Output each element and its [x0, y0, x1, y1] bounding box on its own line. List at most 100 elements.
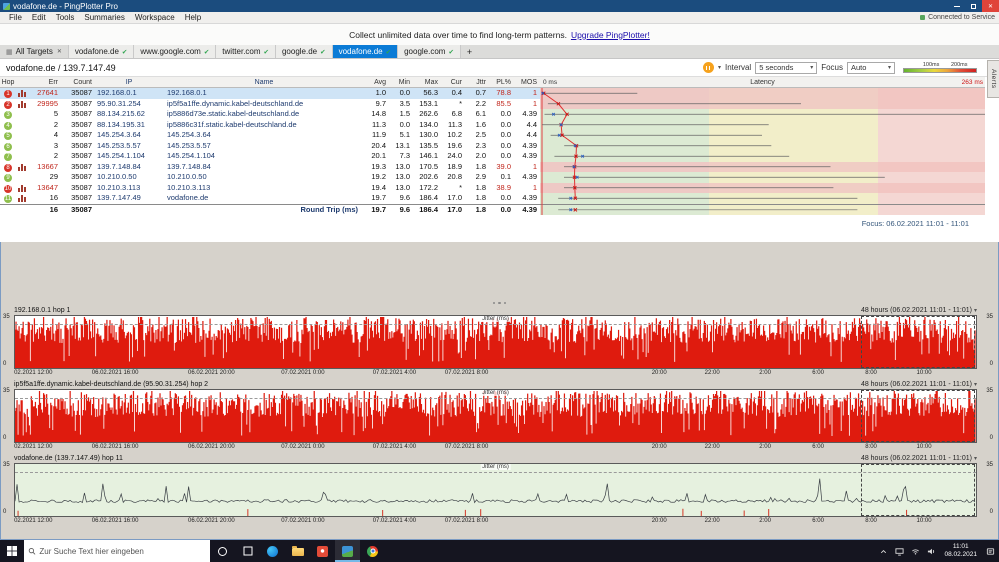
tray-pc-icon[interactable]	[892, 540, 906, 562]
tab-vodafone.de[interactable]: vodafone.de ✔	[332, 45, 399, 58]
file-explorer-icon[interactable]	[285, 540, 310, 562]
tab-google.de[interactable]: google.de ✔	[275, 45, 333, 58]
table-row[interactable]: 8 13667 35087 139.7.148.84 139.7.148.84 19.3 1…	[0, 161, 985, 172]
timeline-plot[interactable]: Jitter (ms)	[14, 315, 977, 369]
pause-button[interactable]	[702, 62, 714, 73]
col-header-name[interactable]: Name	[164, 79, 364, 86]
col-header-hop[interactable]: Hop	[0, 79, 16, 86]
close-button[interactable]: ✕	[982, 0, 999, 12]
x-axis-label: 02.2021 12:00	[14, 370, 53, 376]
menu-item-edit[interactable]: Edit	[27, 13, 51, 22]
table-row[interactable]: 10 13647 35087 10.210.3.113 10.210.3.113 19.4…	[0, 182, 985, 193]
minimize-button[interactable]	[948, 0, 965, 12]
tray-volume-icon[interactable]	[924, 540, 938, 562]
table-row[interactable]: 3 5 35087 88.134.215.62 ip5886d73e.static.ka…	[0, 109, 985, 120]
hop-badge: 3	[4, 111, 12, 119]
close-tab-icon[interactable]: ✕	[57, 48, 62, 55]
task-view-icon[interactable]	[235, 540, 260, 562]
col-header-ip[interactable]: IP	[94, 79, 164, 86]
start-button[interactable]	[0, 540, 24, 562]
action-center-icon[interactable]	[983, 540, 997, 562]
cortana-icon[interactable]	[210, 540, 235, 562]
table-row[interactable]: 5 4 35087 145.254.3.64 145.254.3.64 11.9 5.1 13…	[0, 130, 985, 141]
app-icon-red[interactable]	[310, 540, 335, 562]
mos-cell: 4.39	[522, 204, 537, 214]
timeline-range-select[interactable]: 48 hours (06.02.2021 11:01 - 11:01) ▾	[861, 381, 977, 388]
col-header-max[interactable]: Max	[412, 79, 440, 86]
tab-www.google.com[interactable]: www.google.com ✔	[134, 45, 217, 58]
edge-icon[interactable]	[260, 540, 285, 562]
pane-gap	[0, 242, 999, 306]
menu-item-tools[interactable]: Tools	[51, 13, 80, 22]
table-body: 1 27641 35087 192.168.0.1 192.168.0.1 1.0 0.0 5…	[0, 88, 985, 215]
timeline-toggle-icon[interactable]	[18, 89, 26, 98]
col-header-min[interactable]: Min	[388, 79, 412, 86]
col-header-avg[interactable]: Avg	[364, 79, 388, 86]
x-axis-label: 07.02.2021 8:00	[444, 444, 489, 450]
timeline-toggle-icon[interactable]	[18, 194, 26, 203]
taskbar-clock[interactable]: 11:01 08.02.2021	[940, 543, 981, 559]
table-row[interactable]: 2 29995 35087 95.90.31.254 ip5f5a1ffe.dynami…	[0, 98, 985, 110]
x-axis-label: 2:00	[759, 518, 771, 524]
pingplotter-taskbar-icon[interactable]	[335, 540, 360, 562]
ip-cell: 88.134.195.31	[97, 119, 145, 129]
menu-item-workspace[interactable]: Workspace	[130, 13, 180, 22]
col-header-cur[interactable]: Cur	[440, 79, 464, 86]
pl-cell: 85.5	[496, 98, 511, 108]
timeline-range-select[interactable]: 48 hours (06.02.2021 11:01 - 11:01) ▾	[861, 307, 977, 314]
chrome-glyph	[367, 545, 378, 557]
table-row[interactable]: 6 3 35087 145.253.5.57 145.253.5.57 20.4 13.1 1…	[0, 140, 985, 152]
table-row[interactable]: 9 29 35087 10.210.0.50 10.210.0.50 19.2 13.0 20…	[0, 172, 985, 183]
mos-cell: 4.39	[522, 172, 537, 181]
timeline-range-select[interactable]: 48 hours (06.02.2021 11:01 - 11:01) ▾	[861, 455, 977, 462]
timeline-graph: ip5f5a1ffe.dynamic.kabel-deutschland.de …	[0, 380, 999, 452]
latency-cell	[540, 172, 985, 183]
round-trip-row[interactable]: 16 35087 Round Trip (ms) 19.7 9.6 186.4 17.0 1.…	[0, 203, 985, 215]
menu-item-file[interactable]: File	[4, 13, 27, 22]
ip-cell: 145.254.1.104	[97, 151, 145, 160]
tab-vodafone.de[interactable]: vodafone.de ✔	[68, 45, 135, 58]
count-cell: 35087	[71, 193, 92, 202]
col-header-mos[interactable]: MOS	[514, 79, 540, 86]
tab-twitter.com[interactable]: twitter.com ✔	[216, 45, 276, 58]
col-header-pl[interactable]: PL%	[488, 79, 514, 86]
add-target-button[interactable]: +	[461, 45, 478, 58]
tab-google.com[interactable]: google.com ✔	[398, 45, 461, 58]
chrome-icon[interactable]	[360, 540, 385, 562]
tab-all-targets[interactable]: ▦ All Targets ✕	[0, 45, 69, 58]
mos-cell: 4.39	[522, 109, 537, 118]
upgrade-link[interactable]: Upgrade PingPlotter!	[571, 30, 650, 40]
alerts-side-tab[interactable]: Alerts	[987, 60, 999, 98]
taskbar-search[interactable]	[24, 540, 210, 562]
timeline-toggle-icon[interactable]	[18, 100, 26, 108]
menu-item-summaries[interactable]: Summaries	[79, 13, 129, 22]
timeline-toggle-icon[interactable]	[18, 163, 26, 171]
focus-select[interactable]: Auto ▾	[847, 61, 895, 74]
tray-network-icon[interactable]	[908, 540, 922, 562]
search-input[interactable]	[39, 546, 206, 556]
timeline-toggle-icon[interactable]	[18, 184, 26, 192]
table-row[interactable]: 1 27641 35087 192.168.0.1 192.168.0.1 1.0 0.0 5…	[0, 88, 985, 99]
interval-select[interactable]: 5 seconds ▾	[755, 61, 818, 74]
hop-cell: 6	[0, 141, 16, 152]
avg-cell: 11.9	[371, 130, 386, 139]
pause-caret-icon[interactable]: ▾	[718, 64, 721, 71]
y-axis-min-label: 0	[3, 509, 7, 515]
table-row[interactable]: 4 2 35087 88.134.195.31 ip5886c31f.static.ka…	[0, 119, 985, 130]
timeline-header: 192.168.0.1 hop 1 48 hours (06.02.2021 1…	[0, 306, 999, 315]
timeline-range-label: 48 hours (06.02.2021 11:01 - 11:01)	[860, 307, 972, 314]
col-header-jttr[interactable]: Jttr	[464, 79, 488, 86]
maximize-button[interactable]	[965, 0, 982, 12]
menu-item-help[interactable]: Help	[180, 13, 206, 22]
timeline-toggle-cell	[16, 99, 28, 110]
count-cell: 35087	[71, 130, 92, 139]
table-row[interactable]: 7 2 35087 145.254.1.104 145.254.1.104 20.1 7.3…	[0, 151, 985, 162]
col-header-err[interactable]: Err	[28, 79, 60, 86]
timeline-plot[interactable]: Jitter (ms)	[14, 389, 977, 443]
name-cell: vodafone.de	[167, 193, 209, 202]
tray-chevron-up-icon[interactable]	[876, 540, 890, 562]
table-row[interactable]: 11 16 35087 139.7.147.49 vodafone.de 19.7 9.6 1…	[0, 193, 985, 204]
col-header-count[interactable]: Count	[60, 79, 94, 86]
timeline-plot[interactable]: Jitter (ms)	[14, 463, 977, 517]
mos-cell: 1	[532, 98, 537, 108]
